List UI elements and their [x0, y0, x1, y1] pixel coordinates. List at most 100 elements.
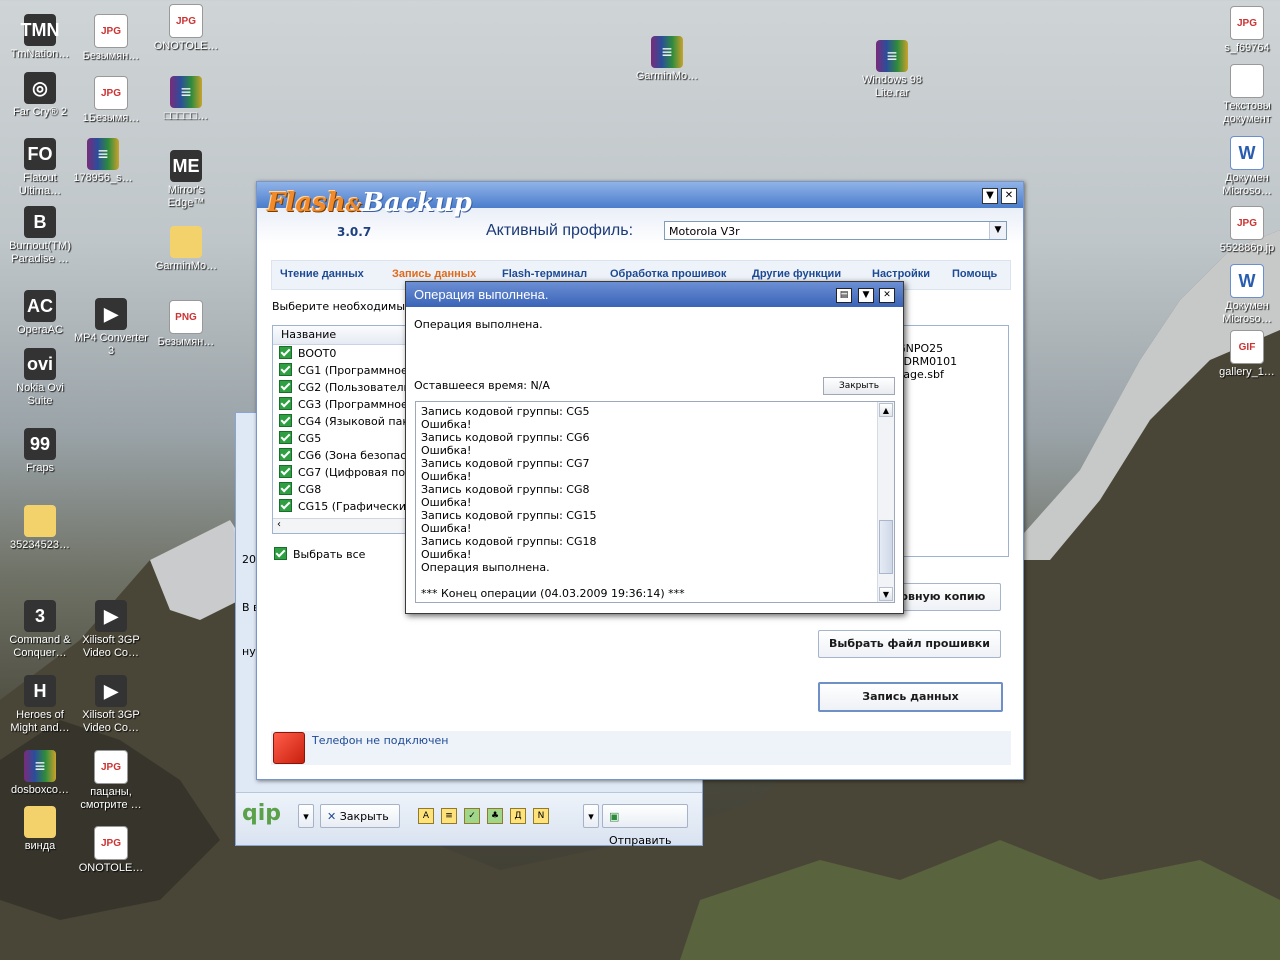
folder-file-icon — [24, 505, 56, 537]
table-row[interactable]: CG4 (Языковой пакет — [273, 413, 408, 430]
table-row[interactable]: CG1 (Программное об — [273, 362, 408, 379]
code-group-list[interactable]: Название BOOT0 CG1 (Программное об CG2 (По… — [272, 325, 409, 534]
table-row[interactable]: CG2 (Пользовательск — [273, 379, 408, 396]
tab-read-data[interactable]: Чтение данных — [280, 268, 364, 280]
checkbox-icon[interactable] — [279, 363, 292, 376]
tab-help[interactable]: Помощь — [952, 268, 997, 280]
chevron-down-icon[interactable]: ▼ — [989, 222, 1006, 239]
table-row[interactable]: CG5 — [273, 430, 408, 447]
table-row[interactable]: CG15 (Графический п — [273, 498, 408, 515]
qip-format-icon-4[interactable]: ♣ — [487, 808, 503, 824]
desktop-icon-label: Безымян… — [157, 336, 215, 348]
checkbox-icon[interactable] — [279, 431, 292, 444]
tab-flash-terminal[interactable]: Flash-терминал — [502, 268, 587, 280]
table-row[interactable]: CG3 (Программное об — [273, 396, 408, 413]
table-row[interactable]: BOOT0 — [273, 345, 408, 362]
desktop-icon[interactable]: GarminMo… — [149, 226, 223, 273]
fb-close-button[interactable]: ✕ — [1001, 188, 1017, 204]
desktop-icon-label: dosboxco… — [10, 784, 70, 796]
write-data-button[interactable]: Запись данных — [818, 682, 1003, 712]
select-firmware-button[interactable]: Выбрать файл прошивки — [818, 630, 1001, 658]
operation-log[interactable]: Запись кодовой группы: CG5 Ошибка! Запись … — [415, 401, 895, 603]
checkbox-icon[interactable] — [279, 465, 292, 478]
desktop-icon[interactable]: ME Mirror's Edge™ — [149, 150, 223, 210]
desktop-icon[interactable]: ▶ MP4 Converter 3 — [74, 298, 148, 358]
desktop-icon[interactable]: винда — [3, 806, 77, 853]
code-group-label: CG8 — [298, 483, 322, 496]
tab-firmware-processing[interactable]: Обработка прошивок — [610, 268, 726, 280]
table-row[interactable]: CG7 (Цифровая подп — [273, 464, 408, 481]
copy-icon[interactable]: ▤ — [836, 288, 852, 303]
desktop-icon-label: Текстовы документ — [1223, 100, 1271, 125]
dialog-close-text-button[interactable]: Закрыть — [823, 377, 895, 395]
checkbox-icon[interactable] — [279, 499, 292, 512]
horizontal-scrollbar[interactable]: ‹ — [273, 518, 408, 533]
select-all-checkbox[interactable]: Выбрать все — [274, 547, 365, 561]
desktop-icon[interactable]: 3 Command & Conquer… — [3, 600, 77, 660]
dialog-minimize-button[interactable]: ▼ — [858, 288, 874, 303]
chevron-up-icon[interactable]: ▲ — [879, 403, 893, 417]
desktop-icon[interactable]: JPG ONOTOLE… — [74, 826, 148, 875]
qip-close-button[interactable]: ✕ Закрыть — [320, 804, 400, 828]
desktop-icon[interactable]: JPG 552886p.jp — [1210, 206, 1280, 255]
desktop-icon[interactable]: 35234523… — [3, 505, 77, 552]
desktop-icon[interactable]: W Докумен Microso… — [1210, 136, 1280, 198]
dialog-title[interactable]: Операция выполнена. — [406, 282, 903, 307]
chevron-left-icon[interactable]: ‹ — [277, 519, 281, 530]
checkbox-icon[interactable] — [279, 397, 292, 410]
qip-format-icon-1[interactable]: A — [418, 808, 434, 824]
qip-format-icon-2[interactable]: ≡ — [441, 808, 457, 824]
checkbox-icon[interactable] — [279, 380, 292, 393]
qip-format-icon-6[interactable]: N — [533, 808, 549, 824]
tab-settings[interactable]: Настройки — [872, 268, 930, 280]
desktop-icon[interactable]: JPG ONOTOLE… — [149, 4, 223, 53]
desktop-icon[interactable]: B Burnout(TM) Paradise … — [3, 206, 77, 266]
list-header-name[interactable]: Название — [273, 326, 408, 345]
checkbox-icon[interactable] — [279, 448, 292, 461]
checkbox-icon[interactable] — [279, 414, 292, 427]
scrollbar-thumb[interactable] — [879, 520, 893, 574]
desktop-icon[interactable]: JPG пацаны, смотрите … — [74, 750, 148, 812]
desktop-icon[interactable]: ≡ GarminMo… — [630, 36, 704, 83]
dialog-close-button[interactable]: ✕ — [879, 288, 895, 303]
fb-minimize-button[interactable]: ▼ — [982, 188, 998, 204]
desktop-icon[interactable]: TMN TmNation… — [3, 14, 77, 61]
desktop-icon[interactable]: PNG Безымян… — [149, 300, 223, 349]
desktop-icon[interactable]: JPG s_f69764 — [1210, 6, 1280, 55]
code-group-label: CG15 (Графический п — [298, 500, 409, 513]
table-row[interactable]: CG6 (Зона безопасно — [273, 447, 408, 464]
desktop-icon[interactable]: Текстовы документ — [1210, 64, 1280, 126]
desktop-icon[interactable]: ≡ Windows 98 Lite.rar — [855, 40, 929, 100]
tab-other-functions[interactable]: Другие функции — [752, 268, 841, 280]
desktop-icon[interactable]: ≡ dosboxco… — [3, 750, 77, 797]
qip-menu-arrow-button[interactable]: ▾ — [298, 804, 314, 828]
desktop-icon[interactable]: GIF gallery_1… — [1210, 330, 1280, 379]
checkbox-icon[interactable] — [279, 346, 292, 359]
desktop-icon[interactable]: ◎ Far Cry® 2 — [3, 72, 77, 119]
desktop-icon[interactable]: ≡ □□□□□… — [149, 76, 223, 123]
desktop-icon[interactable]: W Докумен Microso… — [1210, 264, 1280, 326]
desktop-icon[interactable]: ▶ Xilisoft 3GP Video Co… — [74, 675, 148, 735]
desktop-icon[interactable]: 99 Fraps — [3, 428, 77, 475]
desktop-icon[interactable]: AC OperaAC — [3, 290, 77, 337]
qip-format-icon-5[interactable]: Д — [510, 808, 526, 824]
desktop-icon[interactable]: H Heroes of Might and… — [3, 675, 77, 735]
close-icon: ✕ — [327, 810, 337, 823]
desktop-icon[interactable]: ≡ 178956_s… — [66, 138, 140, 185]
qip-send-button[interactable]: ▣ Отправить — [602, 804, 688, 847]
qip-format-icon-3[interactable]: ✓ — [464, 808, 480, 824]
profile-select[interactable]: Motorola V3r ▼ — [664, 221, 1007, 240]
chevron-down-icon[interactable]: ▼ — [879, 587, 893, 601]
checkbox-icon[interactable] — [279, 482, 292, 495]
qip-side-text-1: 20 — [242, 553, 256, 566]
vertical-scrollbar[interactable]: ▲ ▼ — [877, 402, 894, 602]
desktop-icon[interactable]: JPG Безымян… — [74, 14, 148, 63]
desktop-icon[interactable]: ▶ Xilisoft 3GP Video Co… — [74, 600, 148, 660]
desktop-icon[interactable]: JPG 1Безымя… — [74, 76, 148, 125]
qip-send-arrow-button[interactable]: ▾ — [583, 804, 599, 828]
desktop-icon-label: пацаны, смотрите … — [80, 786, 142, 811]
desktop-icon[interactable]: ovi Nokia Ovi Suite — [3, 348, 77, 408]
operation-dialog[interactable]: Операция выполнена. ▤ ▼ ✕ Операция выпол… — [405, 281, 904, 614]
tab-write-data[interactable]: Запись данных — [392, 268, 476, 280]
table-row[interactable]: CG8 — [273, 481, 408, 498]
